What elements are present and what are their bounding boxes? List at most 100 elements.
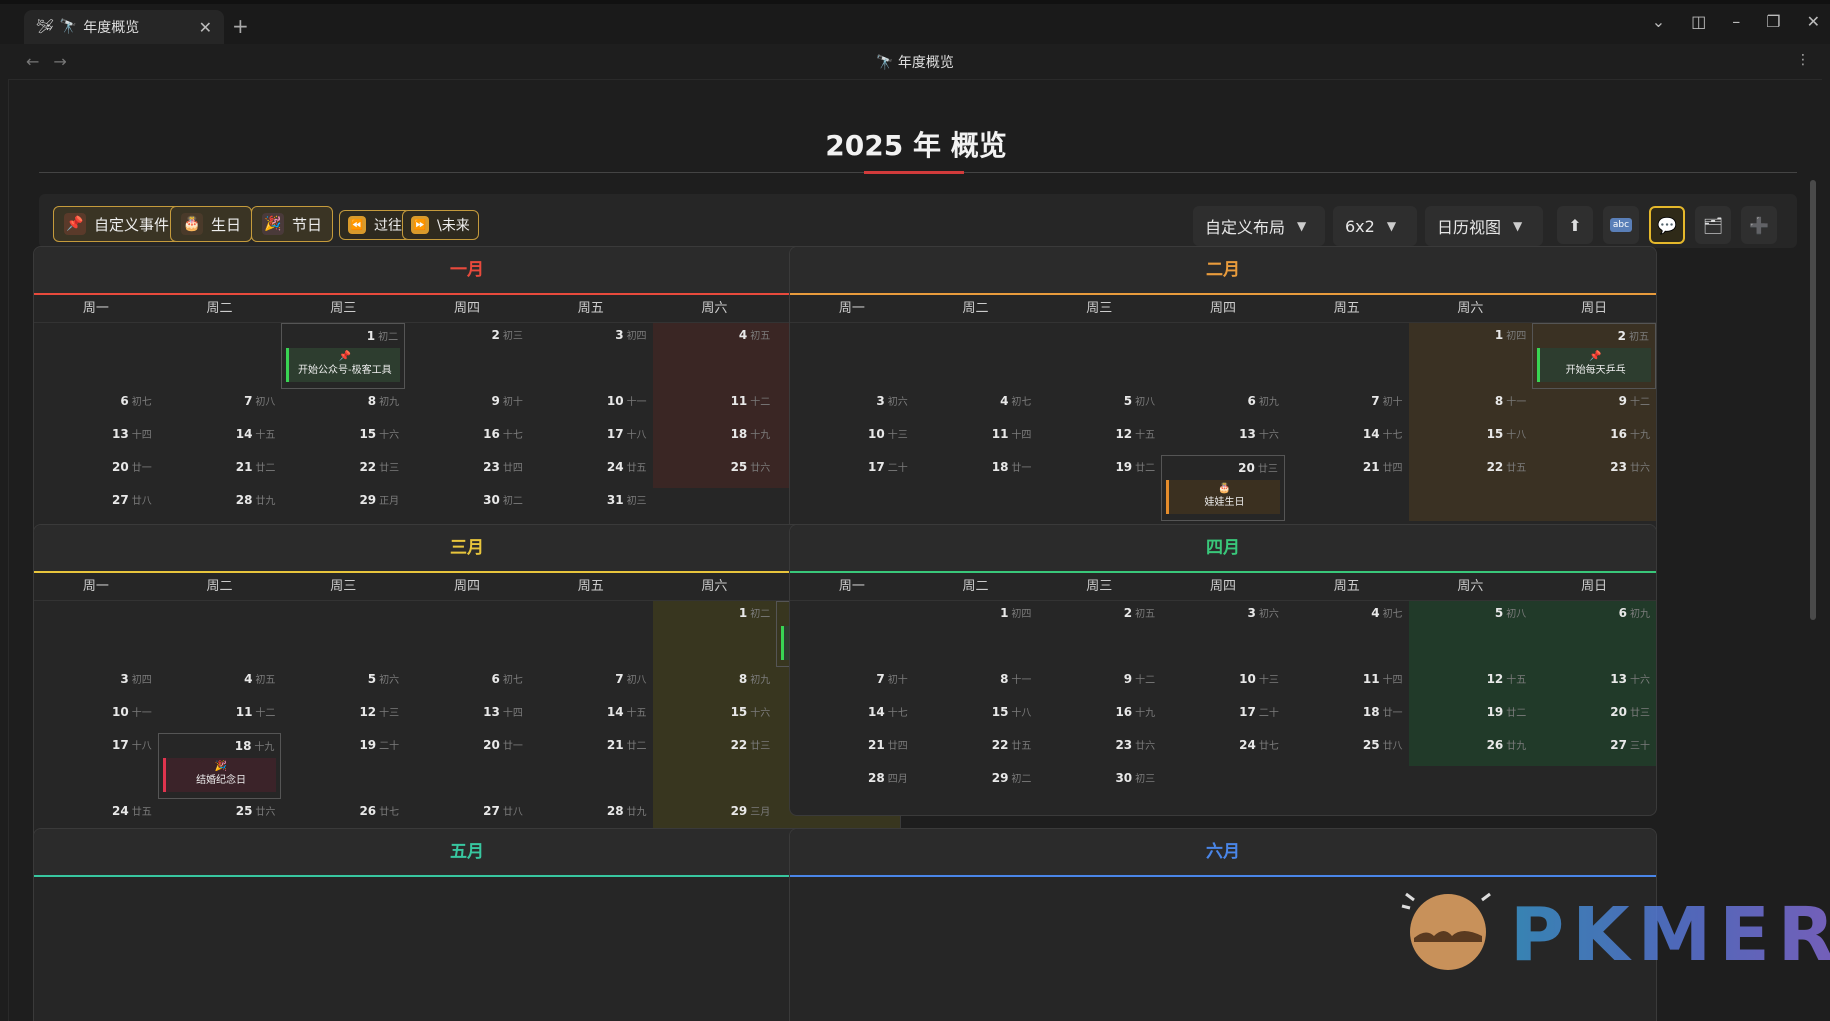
grid-select[interactable]: 6x2 ▼: [1333, 206, 1417, 246]
close-window-button[interactable]: ✕: [1807, 12, 1820, 31]
day-cell[interactable]: 23 廿六: [1532, 455, 1656, 521]
day-cell[interactable]: 18 十九: [652, 422, 777, 455]
day-cell[interactable]: 18 十九 🎉 结婚纪念日: [157, 733, 282, 799]
day-cell[interactable]: 1 初二: [652, 601, 777, 667]
day-cell[interactable]: 3 初六: [1161, 601, 1285, 667]
past-button[interactable]: ⏪ 过往: [339, 210, 411, 240]
day-cell[interactable]: 14 十七: [790, 700, 914, 733]
day-cell[interactable]: 6 初七: [34, 389, 158, 422]
day-cell[interactable]: 13 十四: [34, 422, 158, 455]
day-cell[interactable]: 29 初二: [914, 766, 1038, 799]
day-cell[interactable]: 9 十二: [1532, 389, 1656, 422]
day-cell[interactable]: 31初三: [529, 488, 653, 521]
day-cell[interactable]: 6 初七: [405, 667, 529, 700]
calendar-event[interactable]: 📌 开始每天乒乓: [1537, 348, 1651, 382]
day-cell[interactable]: 16 十九: [1037, 700, 1161, 733]
day-cell[interactable]: 23 廿六: [1037, 733, 1161, 766]
day-cell[interactable]: 19 廿二: [1408, 700, 1533, 733]
day-cell[interactable]: 14 十七: [1285, 422, 1409, 455]
add-icon[interactable]: ➕: [1741, 206, 1777, 244]
day-cell[interactable]: 25 廿六: [652, 455, 777, 488]
day-cell[interactable]: 5初六: [281, 667, 405, 700]
day-cell[interactable]: 2 初五 📌 开始每天乒乓: [1532, 323, 1656, 389]
day-cell[interactable]: 20 廿一: [405, 733, 529, 799]
layout-select[interactable]: 自定义布局 ▼: [1193, 206, 1325, 246]
chevron-down-icon[interactable]: ⌄: [1652, 12, 1665, 31]
day-cell[interactable]: 15 十六: [281, 422, 405, 455]
day-cell[interactable]: 12十三: [281, 700, 405, 733]
holiday-button[interactable]: 🎉 节日: [251, 206, 334, 242]
day-cell[interactable]: 28 四月: [790, 766, 914, 799]
day-cell[interactable]: 15 十八: [1408, 422, 1533, 455]
day-cell[interactable]: 16十七: [405, 422, 529, 455]
day-cell[interactable]: 30 初三: [1037, 766, 1161, 799]
day-cell[interactable]: 26廿九: [1408, 733, 1533, 766]
day-cell[interactable]: 3 初四: [529, 323, 653, 389]
day-cell[interactable]: 1 初四: [1408, 323, 1533, 389]
day-cell[interactable]: 17 十八: [34, 733, 158, 799]
future-button[interactable]: ⏩ \未来: [402, 210, 479, 240]
day-cell[interactable]: 24廿七: [1161, 733, 1285, 766]
day-cell[interactable]: 23廿四: [405, 455, 529, 488]
day-cell[interactable]: 5 初八: [1037, 389, 1161, 422]
day-cell[interactable]: 17 十八: [529, 422, 653, 455]
day-cell[interactable]: 7 初十: [1285, 389, 1409, 422]
day-cell[interactable]: 8 初九: [281, 389, 405, 422]
day-cell[interactable]: 18 廿一: [1285, 700, 1409, 733]
day-cell[interactable]: 11 十二: [652, 389, 777, 422]
birthday-button[interactable]: 🎂 生日: [170, 206, 253, 242]
day-cell[interactable]: 21 廿四: [790, 733, 914, 766]
day-cell[interactable]: 19 廿二: [1037, 455, 1161, 521]
day-cell[interactable]: 10 十一: [529, 389, 653, 422]
day-cell[interactable]: 15 十八: [914, 700, 1038, 733]
day-cell[interactable]: 10 十三: [1161, 667, 1285, 700]
day-cell[interactable]: 20 廿三: [1532, 700, 1656, 733]
day-cell[interactable]: 17 二十: [790, 455, 914, 521]
day-cell[interactable]: 4 初五: [652, 323, 777, 389]
custom-event-button[interactable]: 📌 自定义事件: [53, 206, 181, 242]
day-cell[interactable]: 2 初三: [405, 323, 529, 389]
calendar-event[interactable]: 📌 开始公众号-极客工具: [286, 348, 401, 382]
close-tab-icon[interactable]: ✕: [199, 18, 212, 37]
minimize-button[interactable]: –: [1732, 12, 1740, 31]
day-cell[interactable]: 9 十二: [1037, 667, 1161, 700]
speech-bubble-icon[interactable]: 💬: [1649, 206, 1685, 244]
day-cell[interactable]: 22 廿五: [914, 733, 1038, 766]
day-cell[interactable]: 8 十一: [914, 667, 1038, 700]
day-cell[interactable]: 20 廿三 🎂 娃娃生日: [1161, 455, 1285, 521]
day-cell[interactable]: 8 初九: [652, 667, 777, 700]
day-cell[interactable]: 9初十: [405, 389, 529, 422]
day-cell[interactable]: 3 初六: [790, 389, 914, 422]
day-cell[interactable]: 1 初二 📌 开始公众号-极客工具: [281, 323, 406, 389]
day-cell[interactable]: 7 初十: [790, 667, 914, 700]
day-cell[interactable]: 20 廿一: [34, 455, 158, 488]
day-cell[interactable]: 1 初四: [914, 601, 1038, 667]
day-cell[interactable]: 22 廿五: [1408, 455, 1533, 521]
day-cell[interactable]: 7 初八: [529, 667, 653, 700]
day-cell[interactable]: 28 廿九: [158, 488, 282, 521]
day-cell[interactable]: 12 十五: [1408, 667, 1533, 700]
day-cell[interactable]: 30初二: [405, 488, 529, 521]
day-cell[interactable]: 27三十: [1532, 733, 1656, 766]
day-cell[interactable]: 18 廿一: [914, 455, 1038, 521]
more-options-icon[interactable]: ⋮: [1796, 52, 1810, 68]
day-cell[interactable]: 11 十二: [158, 700, 282, 733]
day-cell[interactable]: 13 十六: [1532, 667, 1656, 700]
day-cell[interactable]: 2 初五: [1037, 601, 1161, 667]
day-cell[interactable]: 24 廿五: [529, 455, 653, 488]
day-cell[interactable]: 14 十五: [529, 700, 653, 733]
day-cell[interactable]: 14 十五: [158, 422, 282, 455]
day-cell[interactable]: 17 二十: [1161, 700, 1285, 733]
day-cell[interactable]: 16 十九: [1532, 422, 1656, 455]
day-cell[interactable]: 21 廿四: [1285, 455, 1409, 521]
day-cell[interactable]: 29 正月: [281, 488, 405, 521]
new-tab-button[interactable]: +: [232, 14, 249, 38]
day-cell[interactable]: 10 十一: [34, 700, 158, 733]
day-cell[interactable]: 21 廿二: [529, 733, 653, 799]
day-cell[interactable]: 4 初七: [914, 389, 1038, 422]
calendar-event[interactable]: 🎂 娃娃生日: [1166, 480, 1280, 514]
day-cell[interactable]: 11 十四: [914, 422, 1038, 455]
split-view-icon[interactable]: ◫: [1691, 12, 1706, 31]
day-cell[interactable]: 4 初七: [1285, 601, 1409, 667]
calendar-event[interactable]: 🎉 结婚纪念日: [162, 758, 277, 792]
